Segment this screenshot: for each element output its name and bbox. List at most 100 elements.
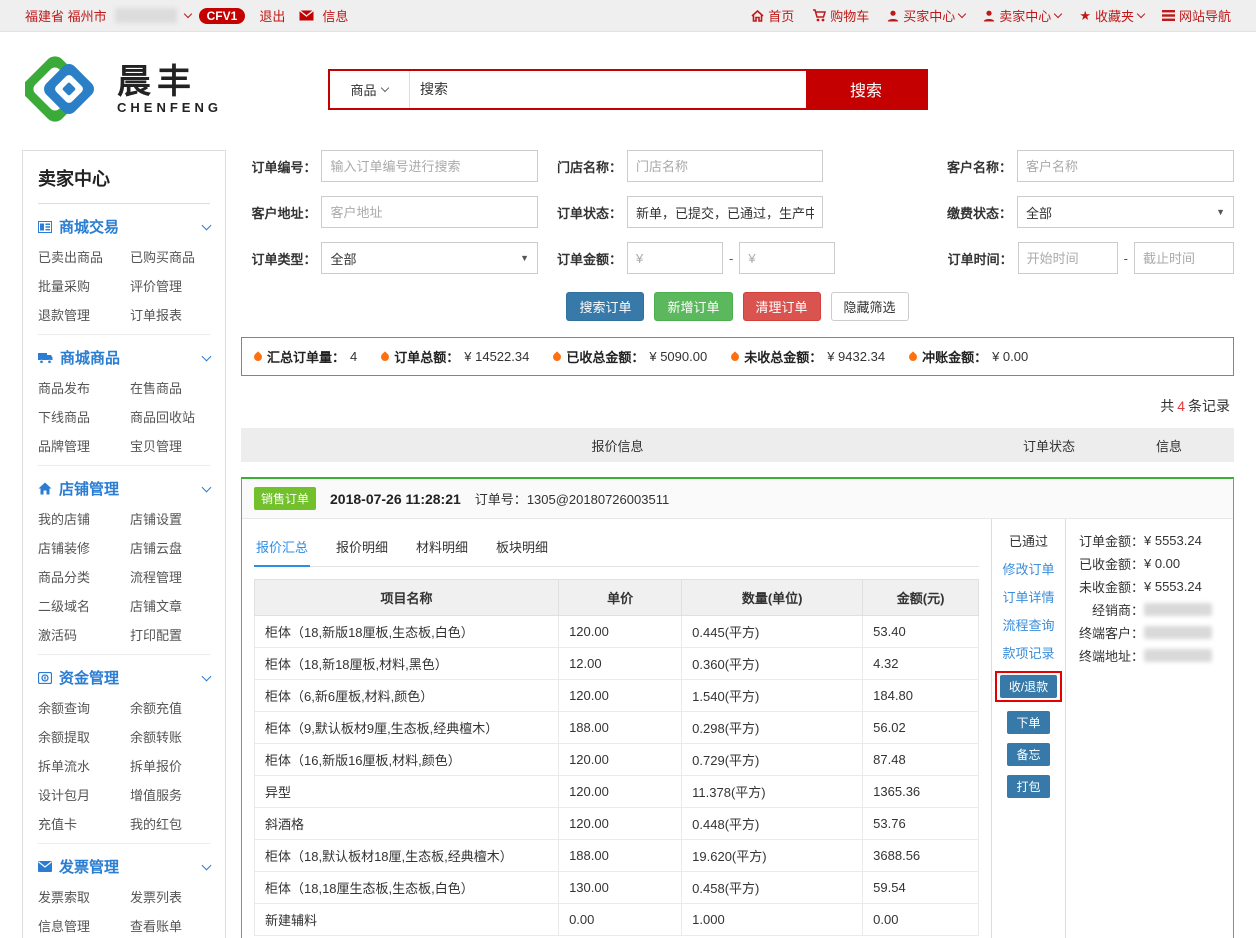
place-order-button[interactable]: 下单 <box>1007 711 1049 734</box>
nav-buyer-center[interactable]: 买家中心 <box>887 6 965 25</box>
sidebar-item[interactable]: 发票列表 <box>130 887 210 906</box>
memo-button[interactable]: 备忘 <box>1007 743 1049 766</box>
sidebar-item[interactable]: 订单报表 <box>130 305 210 324</box>
record-count: 共4条记录 <box>245 396 1230 416</box>
search-button[interactable]: 搜索 <box>806 71 926 108</box>
column-header-amount: 金额(元) <box>863 580 979 616</box>
cell-item-name: 柜体（18,新版18厘板,生态板,白色） <box>255 616 559 648</box>
sidebar-item[interactable]: 商品回收站 <box>130 407 210 426</box>
sidebar-item[interactable]: 店铺云盘 <box>130 538 210 557</box>
sidebar-item[interactable]: 余额提取 <box>38 727 130 746</box>
order-time-start-input[interactable] <box>1018 242 1118 274</box>
sidebar-item[interactable]: 店铺设置 <box>130 509 210 528</box>
sidebar-item[interactable]: 拆单流水 <box>38 756 130 775</box>
received-amount-label: 已收金额： <box>1072 554 1144 573</box>
pay-status-select[interactable]: 全部 ▼ <box>1017 196 1234 228</box>
store-name-input[interactable] <box>627 150 823 182</box>
sidebar-section-shop-header[interactable]: 店铺管理 <box>38 478 210 499</box>
order-action-link[interactable]: 流程查询 <box>1002 615 1054 634</box>
sidebar-item[interactable]: 下线商品 <box>38 407 130 426</box>
tab-material-detail[interactable]: 材料明细 <box>414 531 470 566</box>
pack-button[interactable]: 打包 <box>1007 775 1049 798</box>
logo[interactable]: 晨丰 CHENFENG <box>25 51 222 127</box>
sidebar-item[interactable]: 余额转账 <box>130 727 210 746</box>
logout-link[interactable]: 退出 <box>259 6 285 25</box>
sidebar-item[interactable]: 余额充值 <box>130 698 210 717</box>
customer-address-input[interactable] <box>321 196 538 228</box>
dealer-blurred-value <box>1144 603 1212 616</box>
search-input[interactable] <box>410 71 806 108</box>
message-link[interactable]: 信息 <box>322 6 348 25</box>
order-type-select[interactable]: 全部 ▼ <box>321 242 538 274</box>
cell-item-name: 柜体（18,18厘生态板,生态板,白色） <box>255 872 559 904</box>
tab-quote-detail[interactable]: 报价明细 <box>334 531 390 566</box>
order-no-input[interactable] <box>321 150 538 182</box>
nav-home[interactable]: 首页 <box>751 6 794 25</box>
sidebar-item[interactable]: 店铺文章 <box>130 596 210 615</box>
money-icon <box>38 672 52 684</box>
logo-cn-text: 晨丰 <box>117 64 222 100</box>
sidebar-item[interactable]: 充值卡 <box>38 814 130 833</box>
clean-orders-button[interactable]: 清理订单 <box>743 292 821 321</box>
caret-down-icon: ▼ <box>520 253 529 263</box>
order-amount-min-input[interactable] <box>627 242 723 274</box>
sidebar-item[interactable]: 发票索取 <box>38 887 130 906</box>
nav-favorites[interactable]: ★ 收藏夹 <box>1079 6 1144 25</box>
search-orders-button[interactable]: 搜索订单 <box>566 292 644 321</box>
sidebar-item[interactable]: 在售商品 <box>130 378 210 397</box>
sidebar-item[interactable]: 我的店铺 <box>38 509 130 528</box>
sidebar-item[interactable]: 评价管理 <box>130 276 210 295</box>
list-icon <box>38 221 52 233</box>
sidebar-item[interactable]: 增值服务 <box>130 785 210 804</box>
order-status-input[interactable] <box>627 196 823 228</box>
sidebar-section-funds-header[interactable]: 资金管理 <box>38 667 210 688</box>
nav-sitemap[interactable]: 网站导航 <box>1162 6 1231 25</box>
receive-refund-button[interactable]: 收/退款 <box>1000 675 1057 698</box>
order-action-link[interactable]: 款项记录 <box>1002 643 1054 662</box>
sidebar-item[interactable]: 流程管理 <box>130 567 210 586</box>
sidebar-section-trade: 商城交易 已卖出商品已购买商品批量采购评价管理退款管理订单报表 <box>38 204 210 335</box>
sidebar-item[interactable]: 店铺装修 <box>38 538 130 557</box>
chevron-down-icon[interactable] <box>183 10 191 18</box>
cell-amount: 87.48 <box>863 744 979 776</box>
sidebar-item[interactable]: 信息管理 <box>38 916 130 935</box>
summary-item: 订单总额： ¥ 14522.34 <box>381 347 529 366</box>
tab-panel-detail[interactable]: 板块明细 <box>494 531 550 566</box>
user-icon <box>887 10 899 22</box>
sidebar-section-goods-header[interactable]: 商城商品 <box>38 347 210 368</box>
sidebar-item[interactable]: 商品发布 <box>38 378 130 397</box>
nav-seller-center[interactable]: 卖家中心 <box>983 6 1061 25</box>
customer-name-input[interactable] <box>1017 150 1234 182</box>
sidebar-item[interactable]: 余额查询 <box>38 698 130 717</box>
search-category-select[interactable]: 商品 <box>330 71 410 108</box>
sidebar-item[interactable]: 我的红包 <box>130 814 210 833</box>
sidebar-item[interactable]: 品牌管理 <box>38 436 130 455</box>
tab-quote-summary[interactable]: 报价汇总 <box>254 531 310 567</box>
sidebar-item[interactable]: 二级域名 <box>38 596 130 615</box>
sidebar-item[interactable]: 设计包月 <box>38 785 130 804</box>
highlight-annotation-box: 收/退款 <box>995 671 1062 702</box>
region-label[interactable]: 福建省 福州市 <box>25 6 107 25</box>
sidebar-item[interactable]: 打印配置 <box>130 625 210 644</box>
sidebar-item[interactable]: 退款管理 <box>38 305 130 324</box>
sidebar-item[interactable]: 宝贝管理 <box>130 436 210 455</box>
sidebar-item[interactable]: 批量采购 <box>38 276 130 295</box>
page-header: 晨丰 CHENFENG 商品 搜索 <box>0 32 1256 146</box>
sidebar-item[interactable]: 查看账单 <box>130 916 210 935</box>
order-amount-max-input[interactable] <box>739 242 835 274</box>
sidebar-item[interactable]: 激活码 <box>38 625 130 644</box>
sidebar-item[interactable]: 已购买商品 <box>130 247 210 266</box>
add-order-button[interactable]: 新增订单 <box>654 292 732 321</box>
home-icon <box>38 482 52 495</box>
sidebar-section-trade-header[interactable]: 商城交易 <box>38 216 210 237</box>
sidebar-section-invoice-header[interactable]: 发票管理 <box>38 856 210 877</box>
sidebar-item[interactable]: 已卖出商品 <box>38 247 130 266</box>
sidebar-item[interactable]: 拆单报价 <box>130 756 210 775</box>
sidebar-item[interactable]: 商品分类 <box>38 567 130 586</box>
order-action-link[interactable]: 修改订单 <box>1002 559 1054 578</box>
hide-filter-button[interactable]: 隐藏筛选 <box>831 292 909 321</box>
cell-unit-price: 130.00 <box>559 872 682 904</box>
nav-cart[interactable]: 购物车 <box>812 6 869 25</box>
order-action-link[interactable]: 订单详情 <box>1002 587 1054 606</box>
order-time-end-input[interactable] <box>1134 242 1234 274</box>
